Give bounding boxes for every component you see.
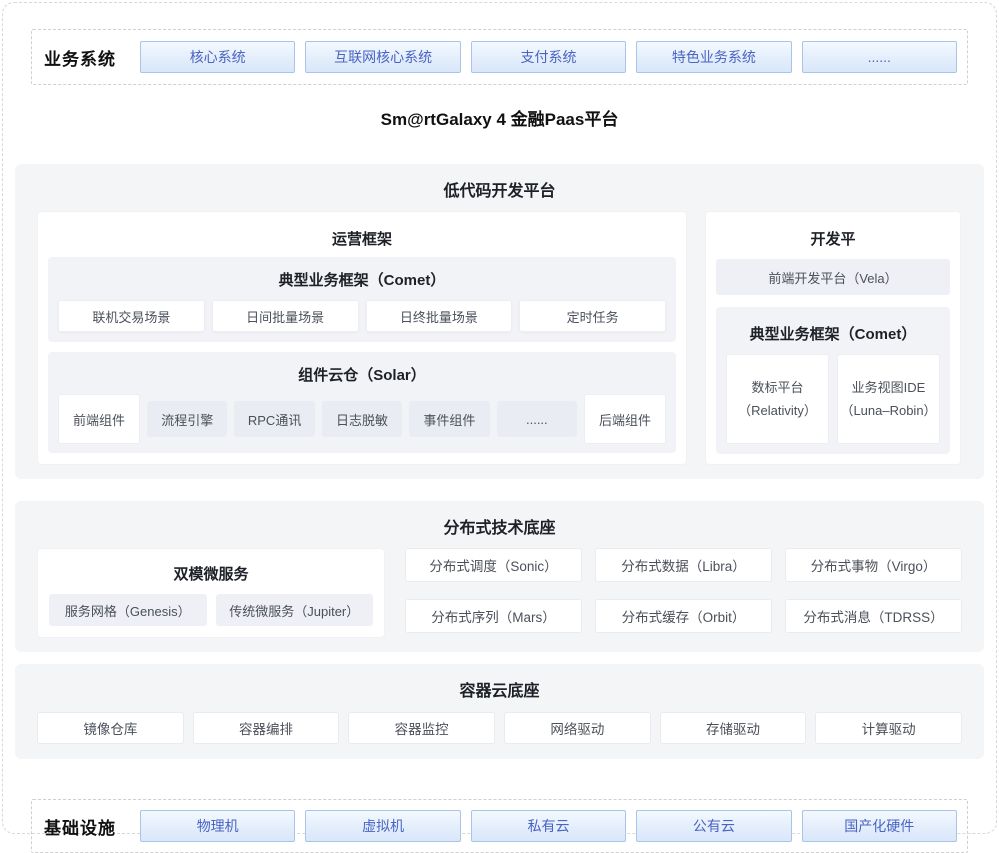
infrastructure-label: 基础设施 [44, 814, 140, 839]
infra-item-private-cloud: 私有云 [471, 810, 626, 842]
distributed-grid: 双模微服务 服务网格（Genesis） 传统微服务（Jupiter） 分布式调度… [37, 548, 962, 638]
cloud-item-compute-driver: 计算驱动 [815, 712, 962, 744]
cloud-item-monitoring: 容器监控 [348, 712, 495, 744]
dev-comet-title: 典型业务框架（Comet） [726, 323, 940, 344]
infrastructure-items: 物理机 虚拟机 私有云 公有云 国产化硬件 [140, 810, 957, 842]
dual-microservice-title: 双模微服务 [46, 563, 376, 584]
dev-comet-items: 数标平台 （Relativity） 业务视图IDE （Luna–Robin） [726, 354, 940, 444]
dev-platform-panel: 开发平 前端开发平台（Vela） 典型业务框架（Comet） 数标平台 （Rel… [705, 211, 961, 465]
solar-item-process-engine: 流程引擎 [147, 401, 227, 437]
dev-comet-panel: 典型业务框架（Comet） 数标平台 （Relativity） 业务视图IDE … [716, 307, 950, 454]
comet-framework-panel: 典型业务框架（Comet） 联机交易场景 日间批量场景 日终批量场景 定时任务 [48, 257, 676, 342]
distributed-base-section: 分布式技术底座 双模微服务 服务网格（Genesis） 传统微服务（Jupite… [15, 501, 984, 652]
solar-item-more: ...... [497, 401, 577, 437]
comet-framework-items: 联机交易场景 日间批量场景 日终批量场景 定时任务 [58, 300, 666, 332]
dev-item-relativity: 数标平台 （Relativity） [726, 354, 829, 444]
business-system-payment: 支付系统 [471, 41, 626, 73]
business-systems-strip: 业务系统 核心系统 互联网核心系统 支付系统 特色业务系统 ...... [31, 29, 968, 85]
solar-component-items: 前端组件 流程引擎 RPC通讯 日志脱敏 事件组件 ...... 后端组件 [58, 395, 666, 443]
infra-item-physical-machine: 物理机 [140, 810, 295, 842]
solar-item-log-masking: 日志脱敏 [322, 401, 402, 437]
distributed-items: 分布式调度（Sonic） 分布式数据（Libra） 分布式事物（Virgo） 分… [405, 548, 962, 638]
comet-item-eod-batch: 日终批量场景 [366, 300, 513, 332]
platform-title: Sm@rtGalaxy 4 金融Paas平台 [15, 105, 984, 129]
dev-platform-title: 开发平 [716, 228, 950, 249]
lowcode-grid: 运营框架 典型业务框架（Comet） 联机交易场景 日间批量场景 日终批量场景 … [37, 211, 962, 465]
infra-item-virtual-machine: 虚拟机 [305, 810, 460, 842]
solar-item-backend-components: 后端组件 [584, 394, 666, 444]
business-system-special: 特色业务系统 [636, 41, 791, 73]
dist-item-libra: 分布式数据（Libra） [595, 548, 772, 582]
cloud-item-image-registry: 镜像仓库 [37, 712, 184, 744]
lowcode-section-title: 低代码开发平台 [37, 164, 962, 201]
dist-item-mars: 分布式序列（Mars） [405, 599, 582, 633]
distributed-section-title: 分布式技术底座 [37, 501, 962, 538]
comet-item-online-trade: 联机交易场景 [58, 300, 205, 332]
solar-item-frontend-components: 前端组件 [58, 394, 140, 444]
operation-framework-title: 运营框架 [48, 228, 676, 249]
container-cloud-items: 镜像仓库 容器编排 容器监控 网络驱动 存储驱动 计算驱动 [37, 712, 962, 744]
vela-frontend-platform: 前端开发平台（Vela） [716, 259, 950, 295]
container-cloud-section: 容器云底座 镜像仓库 容器编排 容器监控 网络驱动 存储驱动 计算驱动 [15, 664, 984, 759]
cloud-item-orchestration: 容器编排 [193, 712, 340, 744]
business-systems-items: 核心系统 互联网核心系统 支付系统 特色业务系统 ...... [140, 41, 957, 73]
dual-microservice-panel: 双模微服务 服务网格（Genesis） 传统微服务（Jupiter） [37, 548, 385, 638]
dist-item-virgo: 分布式事物（Virgo） [785, 548, 962, 582]
dist-item-orbit: 分布式缓存（Orbit） [595, 599, 772, 633]
business-systems-label: 业务系统 [44, 45, 140, 70]
solar-component-panel: 组件云仓（Solar） 前端组件 流程引擎 RPC通讯 日志脱敏 事件组件 ..… [48, 352, 676, 453]
solar-item-event-components: 事件组件 [409, 401, 489, 437]
dev-item-luna-robin: 业务视图IDE （Luna–Robin） [837, 354, 940, 444]
cloud-item-network-driver: 网络驱动 [504, 712, 651, 744]
infra-item-domestic-hardware: 国产化硬件 [802, 810, 957, 842]
comet-framework-title: 典型业务框架（Comet） [58, 269, 666, 290]
dual-item-jupiter: 传统微服务（Jupiter） [216, 594, 374, 626]
dual-item-genesis: 服务网格（Genesis） [49, 594, 207, 626]
lowcode-platform-section: 低代码开发平台 运营框架 典型业务框架（Comet） 联机交易场景 日间批量场景… [15, 164, 984, 479]
architecture-diagram-card: 业务系统 核心系统 互联网核心系统 支付系统 特色业务系统 ...... Sm@… [2, 2, 997, 834]
business-system-internet-core: 互联网核心系统 [305, 41, 460, 73]
cloud-item-storage-driver: 存储驱动 [660, 712, 807, 744]
comet-item-scheduled-task: 定时任务 [519, 300, 666, 332]
dual-microservice-items: 服务网格（Genesis） 传统微服务（Jupiter） [46, 594, 376, 629]
business-system-core: 核心系统 [140, 41, 295, 73]
solar-item-rpc: RPC通讯 [234, 401, 314, 437]
business-system-more: ...... [802, 41, 957, 73]
container-cloud-title: 容器云底座 [37, 664, 962, 701]
operation-framework-panel: 运营框架 典型业务框架（Comet） 联机交易场景 日间批量场景 日终批量场景 … [37, 211, 687, 465]
infra-item-public-cloud: 公有云 [636, 810, 791, 842]
dist-item-sonic: 分布式调度（Sonic） [405, 548, 582, 582]
dist-item-tdrss: 分布式消息（TDRSS） [785, 599, 962, 633]
solar-component-title: 组件云仓（Solar） [58, 364, 666, 385]
infrastructure-strip: 基础设施 物理机 虚拟机 私有云 公有云 国产化硬件 [31, 799, 968, 853]
comet-item-day-batch: 日间批量场景 [212, 300, 359, 332]
